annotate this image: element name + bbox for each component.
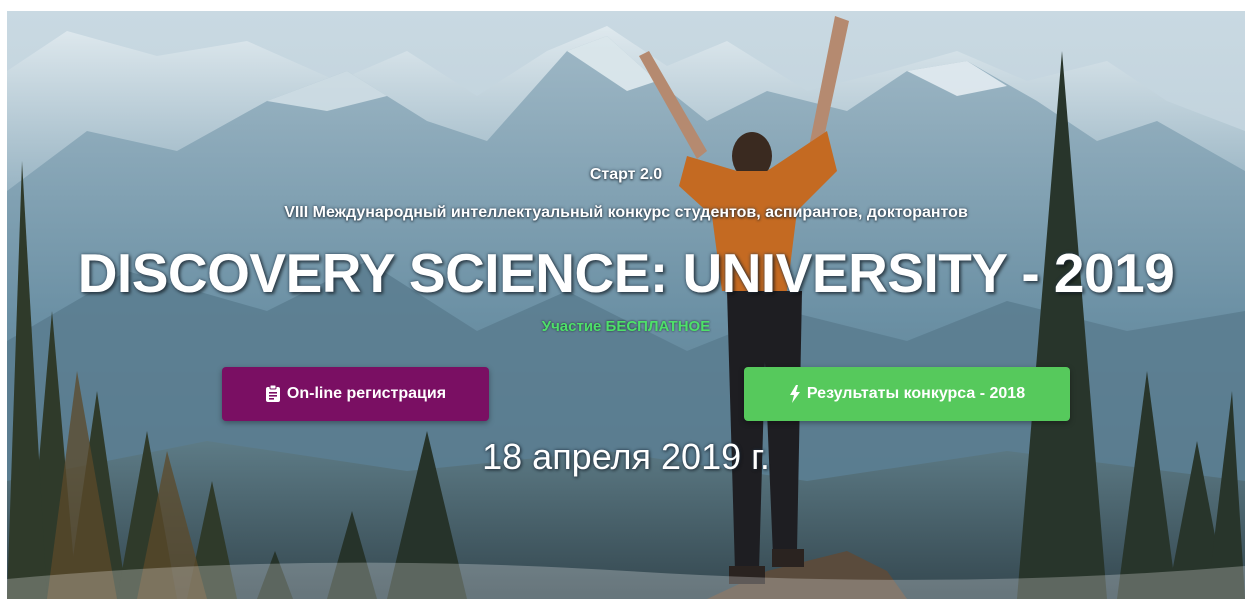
hero-banner: Старт 2.0 VIII Международный интеллектуа…: [7, 11, 1245, 599]
hero-subtitle: Старт 2.0: [589, 166, 663, 183]
lightning-icon: [789, 385, 801, 403]
registration-button-label: On-line регистрация: [286, 385, 447, 402]
page: Старт 2.0 VIII Международный интеллектуа…: [0, 0, 1247, 599]
results-button[interactable]: Результаты конкурса - 2018: [744, 367, 1070, 421]
event-date: 18 апреля 2019 г.: [482, 436, 770, 477]
participation-note: Участие БЕСПЛАТНОЕ: [541, 318, 711, 335]
clipboard-icon: [265, 385, 281, 403]
registration-button[interactable]: On-line регистрация: [222, 367, 489, 421]
hero-tagline: VIII Международный интеллектуальный конк…: [284, 204, 968, 221]
page-title: DISCOVERY SCIENCE: UNIVERSITY - 2019: [77, 242, 1175, 304]
results-button-label: Результаты конкурса - 2018: [806, 385, 1026, 402]
hero-content: Старт 2.0 VIII Международный интеллектуа…: [7, 11, 1245, 599]
